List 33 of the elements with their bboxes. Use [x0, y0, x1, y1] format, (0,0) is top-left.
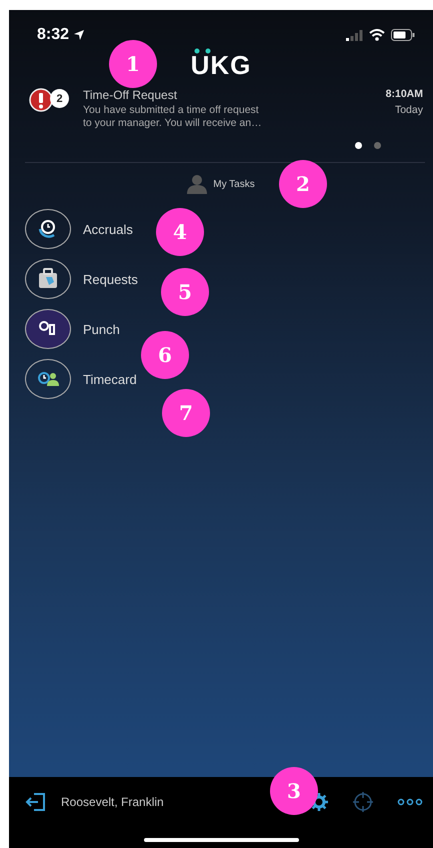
suitcase-icon: [36, 267, 60, 291]
page-dot[interactable]: [355, 142, 362, 149]
notification-title[interactable]: Time-Off Request: [83, 88, 376, 102]
notification-day: Today: [394, 104, 423, 116]
accruals-menu-item[interactable]: Accruals: [25, 209, 133, 249]
person-icon: [187, 174, 208, 194]
timecard-menu-item[interactable]: Timecard: [25, 359, 137, 399]
alert-icon: [29, 88, 53, 112]
logo: UKG: [190, 48, 252, 78]
punch-menu-item[interactable]: Punch: [25, 309, 120, 349]
callout-marker: 6: [141, 331, 189, 379]
logout-icon[interactable]: [25, 791, 47, 813]
settings-icon[interactable]: [309, 792, 329, 812]
count-badge: 2: [50, 89, 69, 108]
callout-marker: 5: [161, 268, 209, 316]
callout-marker: 7: [162, 389, 210, 437]
notification-time: 8:10AM: [386, 88, 423, 100]
crosshair-icon[interactable]: [353, 792, 373, 812]
wifi-icon: [369, 29, 385, 41]
signal-icon: [346, 30, 363, 40]
more-icon[interactable]: [397, 798, 423, 806]
battery-icon: [391, 29, 415, 41]
status-time: 8:32: [37, 26, 70, 44]
user-name: Roosevelt, Franklin: [61, 795, 165, 809]
page-dot[interactable]: [374, 142, 381, 149]
section-label: My Tasks: [213, 178, 255, 190]
callout-marker: 4: [156, 208, 204, 256]
location-arrow-icon: [73, 29, 86, 41]
dots-icon: [192, 48, 213, 54]
notification-message: You have submitted a time off request to your manager. You will receive an…: [83, 104, 263, 130]
callout-marker: 2: [279, 160, 327, 208]
callout-marker: 1: [109, 40, 157, 88]
requests-menu-item[interactable]: Requests: [25, 259, 138, 299]
